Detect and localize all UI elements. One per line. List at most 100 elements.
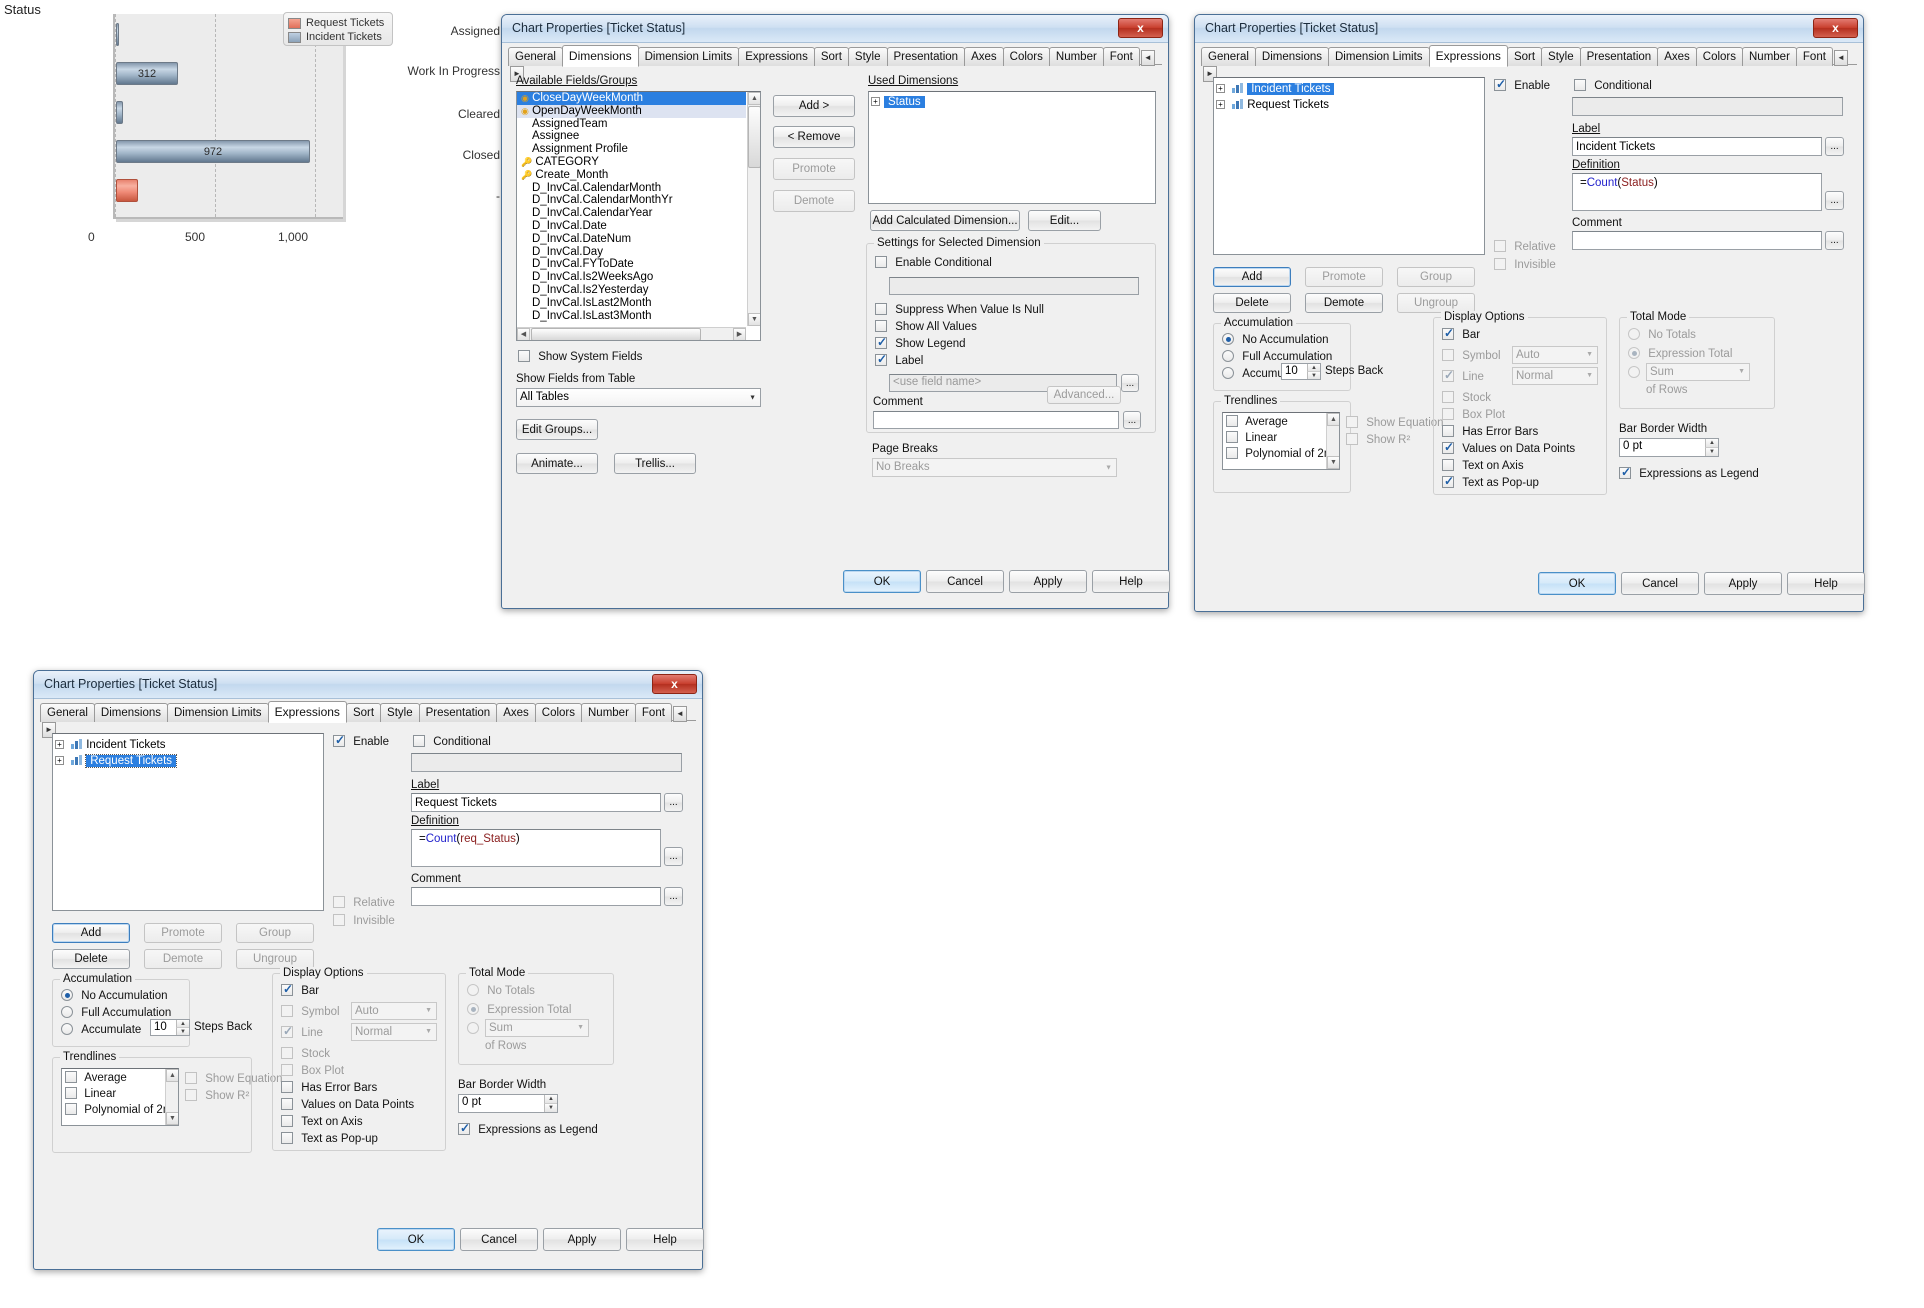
- conditional-expression-field[interactable]: [1572, 97, 1843, 116]
- display-error-bars-checkbox[interactable]: [281, 1081, 293, 1093]
- expression-total-row[interactable]: Expression Total: [1628, 347, 1732, 361]
- ticket-status-chart[interactable]: Status 312 972 Assigned Work In Progress…: [0, 0, 500, 320]
- display-boxplot-row[interactable]: Box Plot: [281, 1064, 344, 1078]
- expression-item-incident-tickets[interactable]: + Incident Tickets: [1214, 81, 1484, 97]
- no-totals-row[interactable]: No Totals: [1628, 328, 1696, 342]
- tab-expressions[interactable]: Expressions: [268, 701, 347, 723]
- cancel-button[interactable]: Cancel: [1621, 572, 1699, 595]
- label-row[interactable]: Label: [875, 354, 923, 368]
- available-field-item[interactable]: D_InvCal.DateNum: [517, 233, 746, 246]
- expand-icon[interactable]: +: [55, 740, 64, 749]
- bar-cleared[interactable]: [116, 101, 123, 124]
- tab-dimensions[interactable]: Dimensions: [1255, 47, 1329, 66]
- relative-checkbox[interactable]: [1494, 240, 1506, 252]
- display-boxplot-checkbox[interactable]: [281, 1064, 293, 1076]
- scroll-up-icon[interactable]: ▲: [748, 92, 761, 105]
- stepper-down-icon[interactable]: ▼: [1705, 448, 1718, 457]
- expression-total-radio[interactable]: [467, 1003, 479, 1015]
- expressions-tree[interactable]: + Incident Tickets + Request Tickets: [52, 733, 324, 911]
- stepper-up-icon[interactable]: ▲: [176, 1020, 189, 1028]
- tab-sort[interactable]: Sort: [346, 703, 381, 722]
- accumulate-steps-stepper[interactable]: 10 ▲ ▼: [1281, 363, 1321, 380]
- tab-number[interactable]: Number: [1742, 47, 1797, 66]
- tab-style[interactable]: Style: [848, 47, 888, 66]
- no-totals-row[interactable]: No Totals: [467, 984, 535, 998]
- help-button[interactable]: Help: [1787, 572, 1865, 595]
- line-style-select[interactable]: Normal: [351, 1023, 437, 1041]
- sum-row[interactable]: [1628, 366, 1640, 380]
- show-all-values-row[interactable]: Show All Values: [875, 320, 977, 334]
- tab-general[interactable]: General: [508, 47, 563, 66]
- no-accumulation-radio[interactable]: [61, 989, 73, 1001]
- chart-legend[interactable]: Request Tickets Incident Tickets: [283, 12, 393, 46]
- display-stock-checkbox[interactable]: [281, 1047, 293, 1059]
- stepper-up-icon[interactable]: ▲: [544, 1095, 557, 1104]
- title-bar[interactable]: Chart Properties [Ticket Status] x: [1195, 15, 1863, 43]
- trendlines-list[interactable]: Average Linear Polynomial of 2nd d ▲ ▼: [61, 1068, 179, 1126]
- display-line-row[interactable]: Line: [1442, 370, 1484, 384]
- available-field-item[interactable]: D_InvCal.IsLast3Month: [517, 310, 746, 323]
- tab-expressions[interactable]: Expressions: [738, 47, 815, 66]
- expression-total-row[interactable]: Expression Total: [467, 1003, 571, 1017]
- show-all-values-checkbox[interactable]: [875, 320, 887, 332]
- enable-conditional-checkbox[interactable]: [875, 256, 887, 268]
- full-accumulation-radio[interactable]: [61, 1006, 73, 1018]
- show-r2-checkbox[interactable]: [185, 1089, 197, 1101]
- display-values-on-data-points-row[interactable]: Values on Data Points: [1442, 442, 1575, 456]
- tab-strip[interactable]: GeneralDimensionsDimension LimitsExpress…: [508, 45, 1162, 65]
- display-line-row[interactable]: Line: [281, 1026, 323, 1040]
- display-error-bars-row[interactable]: Has Error Bars: [1442, 425, 1538, 439]
- tab-general[interactable]: General: [1201, 47, 1256, 66]
- display-symbol-checkbox[interactable]: [1442, 349, 1454, 361]
- trendline-polynomial-row[interactable]: Polynomial of 2nd d: [1226, 447, 1339, 461]
- stepper-up-icon[interactable]: ▲: [1307, 364, 1320, 372]
- chart-properties-expressions-incident-window[interactable]: Chart Properties [Ticket Status] x Gener…: [1194, 14, 1864, 612]
- available-fields-vscrollbar[interactable]: ▲ ▼: [747, 92, 760, 326]
- comment-ellipsis-button[interactable]: ...: [664, 887, 683, 906]
- available-field-item[interactable]: 🔑 CATEGORY: [517, 156, 746, 169]
- trendline-average-row[interactable]: Average: [65, 1071, 178, 1085]
- display-boxplot-checkbox[interactable]: [1442, 408, 1454, 420]
- hscroll-thumb[interactable]: [531, 328, 701, 341]
- relative-checkbox[interactable]: [333, 896, 345, 908]
- tab-presentation[interactable]: Presentation: [887, 47, 966, 66]
- tab-style[interactable]: Style: [1541, 47, 1581, 66]
- display-text-on-axis-checkbox[interactable]: [281, 1115, 293, 1127]
- display-text-as-popup-row[interactable]: Text as Pop-up: [281, 1132, 378, 1146]
- apply-button[interactable]: Apply: [1704, 572, 1782, 595]
- used-dimension-item[interactable]: +Status: [869, 92, 1155, 108]
- label-ellipsis-button[interactable]: ...: [1121, 374, 1139, 392]
- tab-presentation[interactable]: Presentation: [419, 703, 498, 722]
- available-field-item[interactable]: D_InvCal.FYToDate: [517, 258, 746, 271]
- enable-row[interactable]: Enable: [333, 735, 389, 749]
- tab-dimensions[interactable]: Dimensions: [94, 703, 168, 722]
- legend-item-incident-tickets[interactable]: Incident Tickets: [288, 30, 388, 44]
- trendline-polynomial-row[interactable]: Polynomial of 2nd d: [65, 1103, 178, 1117]
- expressions-tree[interactable]: + Incident Tickets + Request Tickets: [1213, 77, 1485, 255]
- expression-item-request-tickets[interactable]: + Request Tickets: [1214, 97, 1484, 113]
- show-equation-row[interactable]: Show Equation: [1346, 416, 1444, 430]
- tab-strip[interactable]: GeneralDimensionsDimension LimitsExpress…: [1201, 45, 1857, 65]
- display-error-bars-row[interactable]: Has Error Bars: [281, 1081, 377, 1095]
- apply-button[interactable]: Apply: [543, 1228, 621, 1251]
- display-symbol-row[interactable]: Symbol: [1442, 349, 1501, 363]
- show-r2-row[interactable]: Show R²: [185, 1089, 249, 1103]
- tab-axes[interactable]: Axes: [964, 47, 1004, 66]
- display-boxplot-row[interactable]: Box Plot: [1442, 408, 1505, 422]
- trendlines-vscrollbar[interactable]: ▲ ▼: [165, 1069, 178, 1125]
- conditional-checkbox[interactable]: [1574, 79, 1586, 91]
- show-system-fields-checkbox[interactable]: [518, 350, 530, 362]
- delete-expression-button[interactable]: Delete: [1213, 293, 1291, 313]
- display-error-bars-checkbox[interactable]: [1442, 425, 1454, 437]
- demote-expression-button[interactable]: Demote: [1305, 293, 1383, 313]
- trendline-average-row[interactable]: Average: [1226, 415, 1339, 429]
- available-field-item[interactable]: Assignment Profile: [517, 143, 746, 156]
- expression-item-incident-tickets[interactable]: + Incident Tickets: [53, 737, 323, 753]
- stepper-up-icon[interactable]: ▲: [1705, 439, 1718, 448]
- enable-checkbox[interactable]: [333, 735, 345, 747]
- display-text-as-popup-row[interactable]: Text as Pop-up: [1442, 476, 1539, 490]
- expression-label-input[interactable]: Incident Tickets: [1572, 137, 1822, 156]
- title-bar[interactable]: Chart Properties [Ticket Status] x: [34, 671, 702, 699]
- delete-expression-button[interactable]: Delete: [52, 949, 130, 969]
- available-field-item[interactable]: D_InvCal.CalendarMonthYr: [517, 194, 746, 207]
